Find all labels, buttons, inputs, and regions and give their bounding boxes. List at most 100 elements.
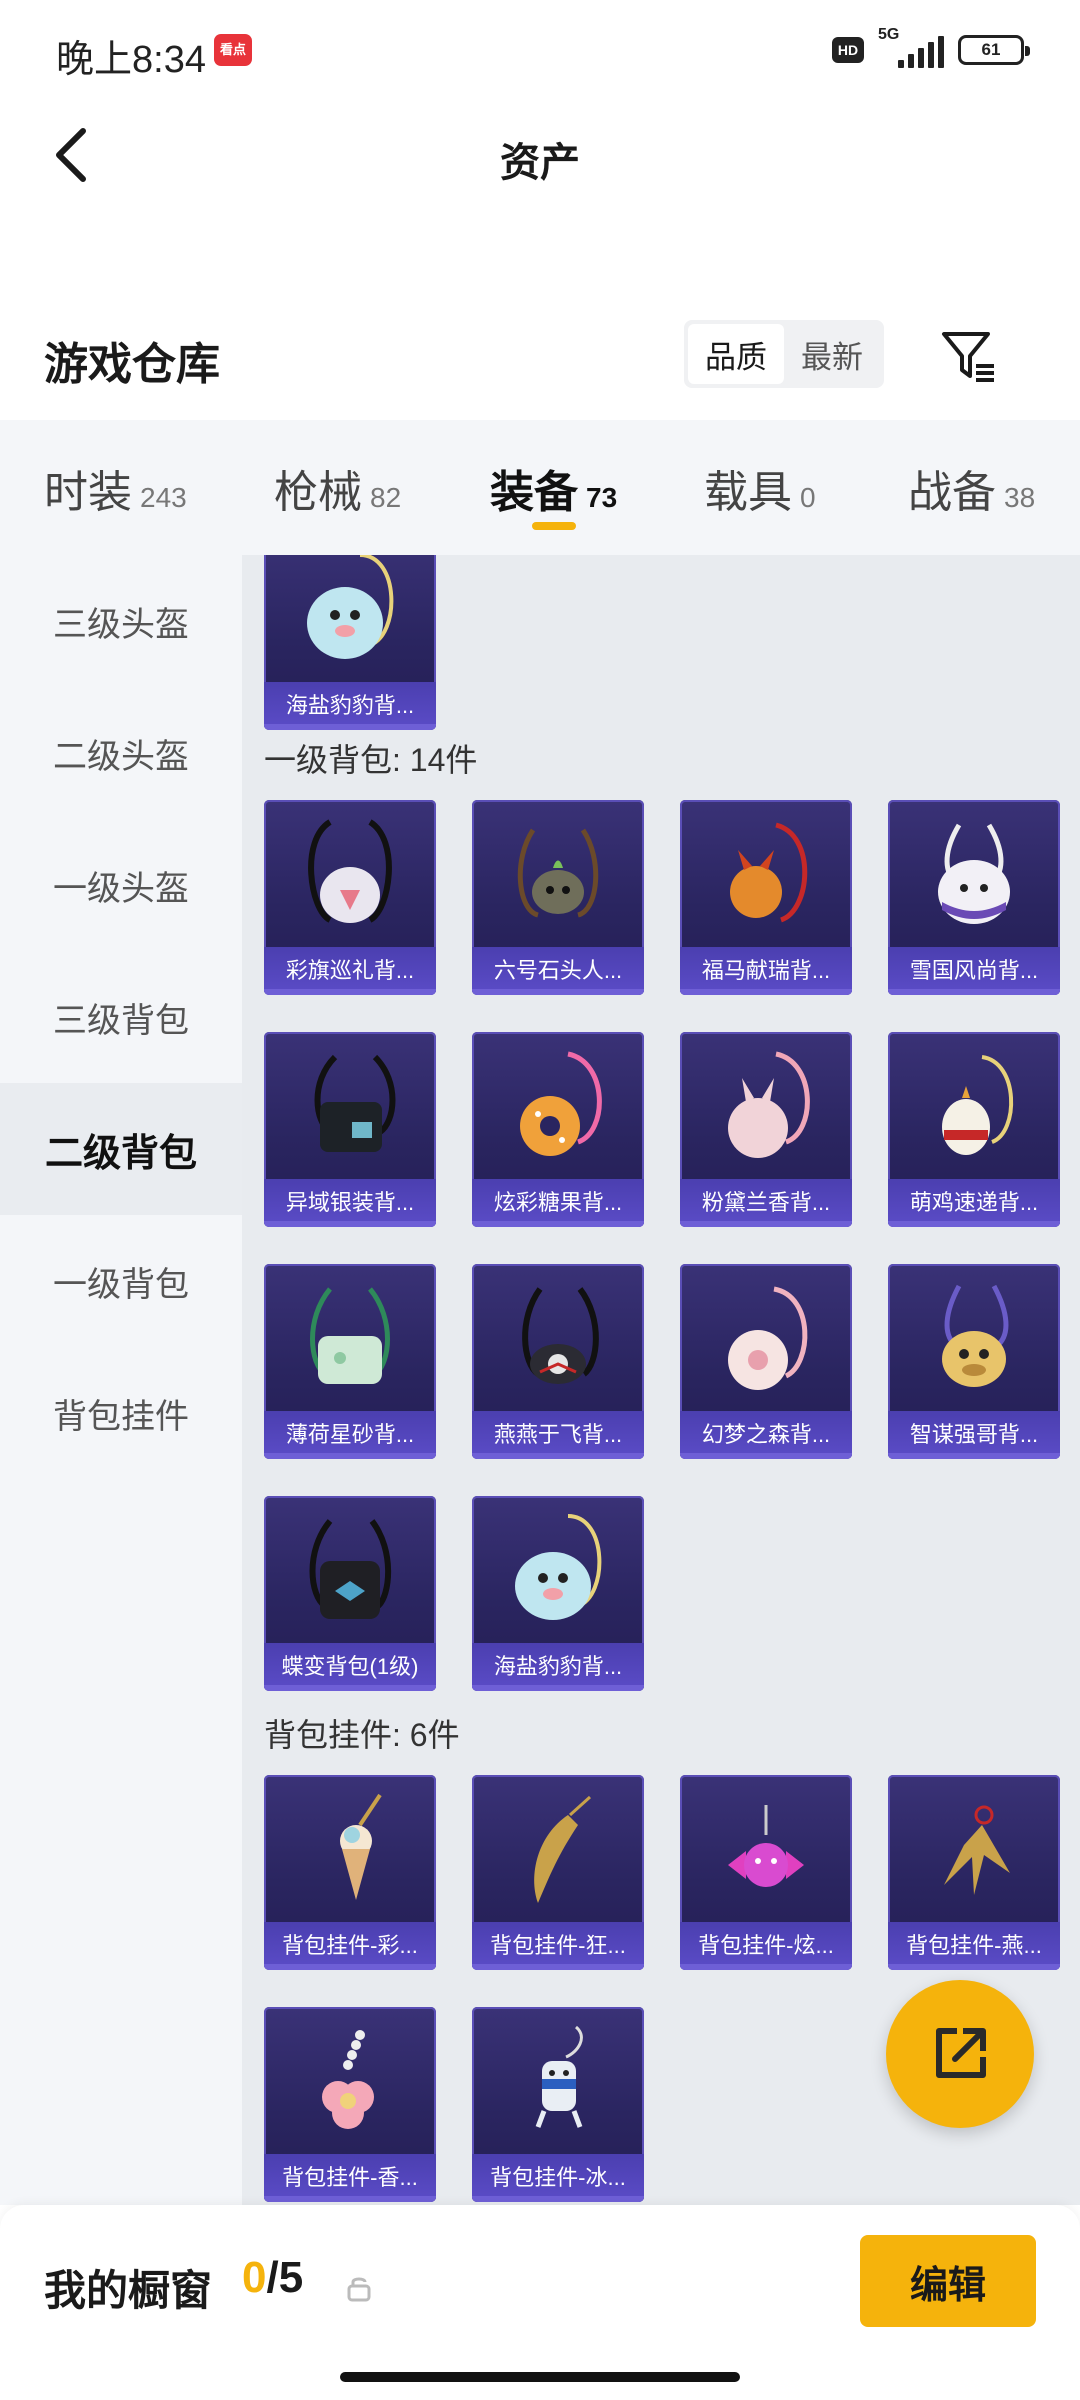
item-card[interactable]: 背包挂件-冰... — [472, 2007, 644, 2202]
status-time: 晚上8:34 — [56, 39, 206, 81]
item-card[interactable]: 炫彩糖果背... — [472, 1032, 644, 1227]
sidebar-item-level3-helmet[interactable]: 三级头盔 — [0, 555, 242, 687]
tab-fashion[interactable]: 时装 243 — [44, 456, 187, 526]
tab-equipment[interactable]: 装备 73 — [490, 456, 617, 526]
item-image — [472, 1496, 644, 1646]
filter-icon — [942, 332, 994, 382]
item-card[interactable]: 彩旗巡礼背... — [264, 800, 436, 995]
sidebar-item-level2-backpack[interactable]: 二级背包 — [0, 1083, 242, 1215]
item-grid: 海盐豹豹背... 一级背包: 14件 彩旗巡礼背... 六号石头人... 福马献… — [242, 555, 1080, 2205]
item-image — [888, 1032, 1060, 1182]
showcase-count: 0 / 5 — [242, 2253, 303, 2303]
item-name: 燕燕于飞背... — [472, 1411, 644, 1459]
item-card[interactable]: 粉黛兰香背... — [680, 1032, 852, 1227]
showcase-bar: 我的橱窗 0 / 5 编辑 — [0, 2205, 1080, 2400]
tab-vehicles[interactable]: 载具 0 — [704, 456, 816, 526]
sidebar-item-backpack-charms[interactable]: 背包挂件 — [0, 1347, 242, 1479]
item-name: 背包挂件-冰... — [472, 2154, 644, 2202]
status-indicators: HD 5G 61 — [832, 26, 1030, 70]
sort-quality-button[interactable]: 品质 — [688, 324, 784, 384]
item-name: 背包挂件-燕... — [888, 1922, 1060, 1970]
item-name: 智谋强哥背... — [888, 1411, 1060, 1459]
item-card[interactable]: 海盐豹豹背... — [472, 1496, 644, 1691]
sort-toggle: 品质 最新 — [684, 320, 884, 388]
item-image — [472, 1032, 644, 1182]
item-image — [264, 1496, 436, 1646]
item-name: 背包挂件-彩... — [264, 1922, 436, 1970]
warehouse-title: 游戏仓库 — [44, 340, 220, 389]
tab-count: 0 — [800, 482, 816, 513]
tab-label: 载具 — [704, 468, 792, 517]
item-name: 六号石头人... — [472, 947, 644, 995]
tab-combat-gear[interactable]: 战备 38 — [908, 456, 1035, 526]
tab-label: 战备 — [908, 468, 996, 517]
share-button[interactable] — [886, 1980, 1034, 2128]
item-image — [472, 800, 644, 950]
item-image — [888, 1775, 1060, 1925]
item-name: 海盐豹豹背... — [264, 682, 436, 730]
home-indicator — [340, 2372, 740, 2382]
item-image — [680, 1264, 852, 1414]
item-card[interactable]: 背包挂件-狂... — [472, 1775, 644, 1970]
category-tabs: 时装 243 枪械 82 装备 73 载具 0 战备 38 — [0, 420, 1080, 555]
item-name: 异域银装背... — [264, 1179, 436, 1227]
tab-count: 73 — [586, 482, 618, 513]
warehouse-header: 游戏仓库 品质 最新 — [0, 300, 1080, 410]
item-name: 蝶变背包(1级) — [264, 1643, 436, 1691]
item-card[interactable]: 背包挂件-香... — [264, 2007, 436, 2202]
edit-button[interactable]: 编辑 — [860, 2235, 1036, 2327]
hd-icon: HD — [832, 37, 864, 63]
item-card[interactable]: 薄荷星砂背... — [264, 1264, 436, 1459]
tab-count: 82 — [370, 482, 402, 513]
item-card[interactable]: 六号石头人... — [472, 800, 644, 995]
tab-firearms[interactable]: 枪械 82 — [274, 456, 401, 526]
tab-count: 38 — [1004, 482, 1036, 513]
item-image — [680, 800, 852, 950]
item-card[interactable]: 智谋强哥背... — [888, 1264, 1060, 1459]
item-image — [264, 1032, 436, 1182]
battery-icon: 61 — [958, 35, 1030, 65]
signal-icon: 5G — [876, 26, 946, 70]
item-card[interactable]: 福马献瑞背... — [680, 800, 852, 995]
item-card[interactable]: 异域银装背... — [264, 1032, 436, 1227]
item-name: 薄荷星砂背... — [264, 1411, 436, 1459]
sidebar-item-level3-backpack[interactable]: 三级背包 — [0, 951, 242, 1083]
item-card[interactable]: 萌鸡速递背... — [888, 1032, 1060, 1227]
item-card[interactable]: 幻梦之森背... — [680, 1264, 852, 1459]
item-image — [680, 1775, 852, 1925]
item-image — [264, 800, 436, 950]
showcase-separator: / — [266, 2253, 279, 2302]
sidebar-item-level1-helmet[interactable]: 一级头盔 — [0, 819, 242, 951]
sidebar-item-level2-helmet[interactable]: 二级头盔 — [0, 687, 242, 819]
lock-icon — [347, 2277, 371, 2302]
sort-latest-button[interactable]: 最新 — [784, 324, 880, 384]
item-image — [264, 1264, 436, 1414]
item-image — [472, 2007, 644, 2157]
item-image — [472, 1775, 644, 1925]
page-title: 资产 — [500, 141, 580, 185]
sidebar-item-level1-backpack[interactable]: 一级背包 — [0, 1215, 242, 1347]
item-card[interactable]: 背包挂件-炫... — [680, 1775, 852, 1970]
app-notification-icon: 看点 — [214, 34, 252, 66]
item-name: 雪国风尚背... — [888, 947, 1060, 995]
showcase-max: 5 — [278, 2253, 304, 2302]
share-icon — [936, 2028, 986, 2078]
item-name: 萌鸡速递背... — [888, 1179, 1060, 1227]
item-name: 幻梦之森背... — [680, 1411, 852, 1459]
item-name: 炫彩糖果背... — [472, 1179, 644, 1227]
item-card[interactable]: 雪国风尚背... — [888, 800, 1060, 995]
showcase-label: 我的橱窗 — [44, 2267, 213, 2314]
item-image — [888, 800, 1060, 950]
item-name: 彩旗巡礼背... — [264, 947, 436, 995]
item-card[interactable]: 燕燕于飞背... — [472, 1264, 644, 1459]
status-bar: 晚上8:34 看点 HD 5G 61 — [0, 0, 1080, 100]
item-card[interactable]: 背包挂件-彩... — [264, 1775, 436, 1970]
item-card[interactable]: 蝶变背包(1级) — [264, 1496, 436, 1691]
sidebar: 三级头盔 二级头盔 一级头盔 三级背包 二级背包 一级背包 背包挂件 — [0, 555, 242, 2205]
item-card[interactable]: 海盐豹豹背... — [264, 555, 436, 730]
section-title-backpack-charms: 背包挂件: 6件 — [264, 1717, 460, 1753]
active-tab-indicator — [532, 522, 576, 530]
filter-button[interactable] — [932, 320, 1004, 392]
item-image — [264, 1775, 436, 1925]
item-card[interactable]: 背包挂件-燕... — [888, 1775, 1060, 1970]
